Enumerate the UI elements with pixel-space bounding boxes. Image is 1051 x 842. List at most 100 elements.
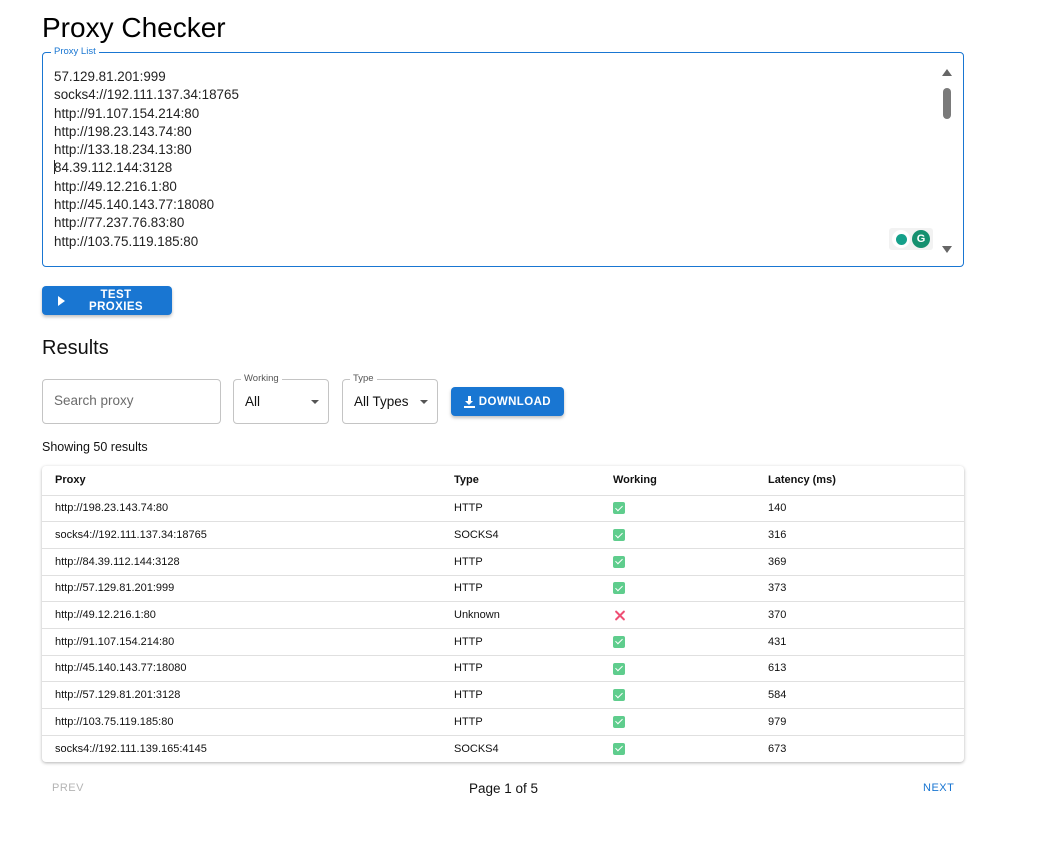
table-row: http://103.75.119.185:80 HTTP 979 xyxy=(42,708,964,736)
test-proxies-button[interactable]: Test Proxies xyxy=(42,286,172,315)
close-icon xyxy=(613,609,626,622)
cell-latency: 316 xyxy=(755,521,964,549)
cell-type: HTTP xyxy=(441,495,600,523)
proxy-list-line: http://198.23.143.74:80 xyxy=(54,123,239,141)
cell-working xyxy=(600,655,755,683)
test-proxies-label: Test Proxies xyxy=(89,288,143,313)
download-button[interactable]: Download xyxy=(451,387,564,416)
proxy-list-line-text: http://198.23.143.74:80 xyxy=(54,123,192,139)
cell-type: SOCKS4 xyxy=(454,742,499,755)
cell-proxy: socks4://192.111.137.34:18765 xyxy=(42,521,441,549)
proxy-list-line-text: http://49.12.216.1:80 xyxy=(54,178,177,194)
cell-working xyxy=(600,575,755,603)
table-row: socks4://192.111.139.165:4145 SOCKS4 673 xyxy=(42,735,964,762)
cell-latency: 613 xyxy=(755,655,964,683)
column-header-latency: Latency (ms) xyxy=(755,466,964,496)
check-box-icon xyxy=(613,555,625,568)
proxy-list-line-text: http://103.75.119.185:80 xyxy=(54,233,199,249)
check-box-icon xyxy=(613,529,625,542)
search-field[interactable] xyxy=(42,379,221,424)
proxy-list-line-text: http://91.107.154.214:80 xyxy=(54,105,200,121)
cell-type: HTTP xyxy=(441,548,600,576)
cell-proxy: socks4://192.111.139.165:4145 xyxy=(55,742,207,755)
proxy-list-line: http://49.12.216.1:80 xyxy=(54,178,239,196)
cell-working xyxy=(600,548,755,576)
proxy-list-line-text: http://45.140.143.77:18080 xyxy=(54,197,215,213)
search-input[interactable] xyxy=(54,393,204,408)
cell-latency: 140 xyxy=(755,495,964,523)
cell-working xyxy=(600,521,755,549)
cell-type: SOCKS4 xyxy=(441,521,600,549)
textarea-scrollbar[interactable] xyxy=(939,69,953,253)
working-filter-value: All xyxy=(245,394,261,409)
proxy-list-line-text: http://77.237.76.83:80 xyxy=(54,215,185,231)
table-row: http://57.129.81.201:3128 HTTP 584 xyxy=(42,681,964,709)
results-count: Showing 50 results xyxy=(42,440,148,454)
lightbulb-icon[interactable] xyxy=(892,230,910,248)
results-table: Proxy Type Working Latency (ms) http://1… xyxy=(42,466,964,762)
type-filter-label: Type xyxy=(350,373,377,385)
proxy-list-line: http://45.140.143.77:18080 xyxy=(54,196,239,214)
cell-proxy: http://103.75.119.185:80 xyxy=(42,708,441,736)
cell-proxy: http://91.107.154.214:80 xyxy=(42,628,441,656)
cell-latency: 431 xyxy=(755,628,964,656)
cell-type: HTTP xyxy=(441,575,600,603)
next-page-button[interactable]: NEXT xyxy=(923,782,954,794)
check-box-icon xyxy=(613,742,625,755)
proxy-list-textarea[interactable]: Proxy List 57.129.81.201:999 socks4://192… xyxy=(42,46,964,267)
cell-type: HTTP xyxy=(441,628,600,656)
check-box-icon xyxy=(613,662,625,675)
prev-page-button[interactable]: PREV xyxy=(52,782,84,794)
table-row: http://49.12.216.1:80 Unknown 370 xyxy=(42,601,964,629)
cell-proxy: http://198.23.143.74:80 xyxy=(42,495,441,523)
cell-proxy: http://57.129.81.201:999 xyxy=(42,575,441,603)
play-icon xyxy=(58,295,65,306)
cell-latency: 369 xyxy=(755,548,964,576)
cell-latency: 373 xyxy=(755,575,964,603)
scroll-thumb[interactable] xyxy=(943,88,951,119)
cell-working xyxy=(600,628,755,656)
table-row: http://45.140.143.77:18080 HTTP 613 xyxy=(42,655,964,683)
check-box-icon xyxy=(613,582,625,595)
dropdown-arrow-icon xyxy=(420,400,428,404)
proxy-list-line-text: 84.39.112.144:3128 xyxy=(54,160,173,176)
table-row: http://57.129.81.201:999 HTTP 373 xyxy=(42,575,964,603)
cell-working xyxy=(600,495,755,523)
working-filter-label: Working xyxy=(241,373,282,385)
table-row: http://91.107.154.214:80 HTTP 431 xyxy=(42,628,964,656)
cell-type: HTTP xyxy=(441,681,600,709)
cell-latency: 673 xyxy=(768,742,787,755)
type-filter-select[interactable]: Type All Types xyxy=(342,373,438,424)
column-header-working: Working xyxy=(600,466,755,496)
cell-type: HTTP xyxy=(441,655,600,683)
cell-proxy: http://45.140.143.77:18080 xyxy=(42,655,441,683)
download-icon xyxy=(464,395,475,408)
grammarly-icon[interactable]: G xyxy=(912,230,930,248)
results-title: Results xyxy=(42,337,109,359)
cell-working xyxy=(600,735,755,762)
working-filter-select[interactable]: Working All xyxy=(233,373,329,424)
proxy-list-line-text: socks4://192.111.137.34:18765 xyxy=(54,87,239,103)
cell-type: HTTP xyxy=(441,708,600,736)
proxy-list-line: http://103.75.119.185:80 xyxy=(54,233,239,251)
cell-working xyxy=(600,681,755,709)
proxy-list-content[interactable]: 57.129.81.201:999 socks4://192.111.137.34… xyxy=(54,68,239,251)
cell-type: Unknown xyxy=(441,601,600,629)
cell-proxy: http://84.39.112.144:3128 xyxy=(42,548,441,576)
column-header-type: Type xyxy=(441,466,600,496)
type-filter-value: All Types xyxy=(354,394,409,409)
scroll-down-arrow-icon[interactable] xyxy=(942,246,952,253)
proxy-list-label: Proxy List xyxy=(51,46,99,58)
cell-latency: 370 xyxy=(755,601,964,629)
check-box-icon xyxy=(613,635,625,648)
cell-latency: 584 xyxy=(755,681,964,709)
cell-working xyxy=(600,601,755,629)
page-indicator: Page 1 of 5 xyxy=(469,781,539,796)
table-row: socks4://192.111.137.34:18765 SOCKS4 316 xyxy=(42,521,964,549)
proxy-list-line: http://133.18.234.13:80 xyxy=(54,141,239,159)
table-row: http://84.39.112.144:3128 HTTP 369 xyxy=(42,548,964,576)
scroll-up-arrow-icon[interactable] xyxy=(942,69,952,76)
check-box-icon xyxy=(613,715,625,728)
dropdown-arrow-icon xyxy=(311,400,319,404)
table-row: http://198.23.143.74:80 HTTP 140 xyxy=(42,495,964,523)
